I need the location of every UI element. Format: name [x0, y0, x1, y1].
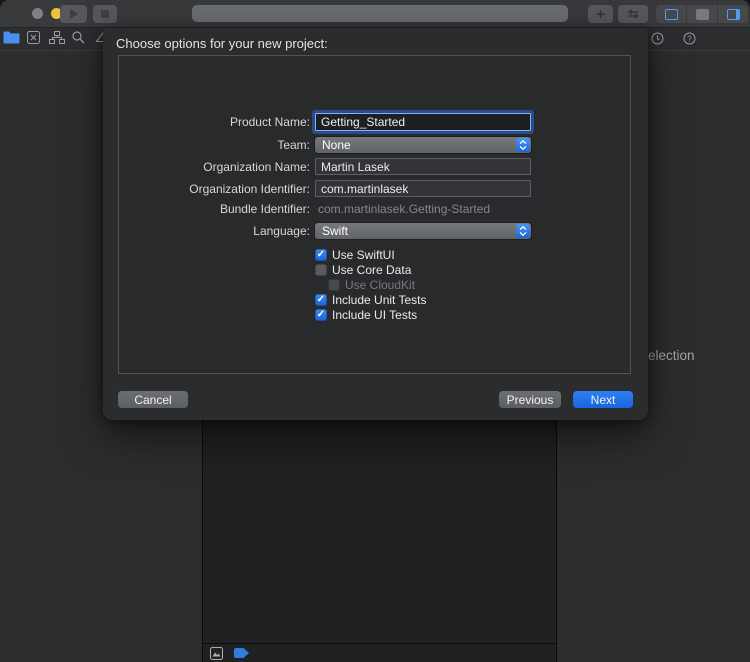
use-cloudkit-checkbox: Use CloudKit — [328, 278, 415, 292]
checkbox-icon — [328, 279, 340, 291]
use-core-data-label: Use Core Data — [332, 263, 411, 277]
chevron-up-down-icon — [516, 224, 530, 238]
segment-editor-assistant[interactable] — [686, 5, 717, 23]
run-button[interactable] — [60, 5, 87, 23]
use-core-data-checkbox[interactable]: Use Core Data — [315, 263, 411, 277]
team-dropdown-value: None — [322, 138, 351, 152]
use-swiftui-checkbox[interactable]: Use SwiftUI — [315, 248, 395, 262]
next-button[interactable]: Next — [573, 391, 633, 408]
image-icon[interactable] — [210, 647, 223, 660]
xcode-window: + ⇆ — [0, 0, 750, 662]
checkbox-icon — [315, 309, 327, 321]
stop-icon — [101, 10, 109, 18]
play-icon — [70, 9, 78, 19]
editor-bottom-bar — [203, 643, 556, 662]
folder-icon — [3, 31, 20, 44]
clock-icon — [651, 32, 664, 45]
language-label: Language: — [103, 224, 310, 238]
use-swiftui-label: Use SwiftUI — [332, 248, 395, 262]
previous-button[interactable]: Previous — [499, 391, 561, 408]
checkbox-icon — [315, 249, 327, 261]
window-close-button[interactable] — [32, 8, 43, 19]
swap-arrows-icon: ⇆ — [628, 6, 638, 22]
product-name-row: Product Name: — [103, 112, 531, 132]
titlebar: + ⇆ — [0, 0, 750, 28]
team-dropdown[interactable]: None — [315, 137, 531, 153]
language-row: Language: Swift — [103, 223, 531, 239]
include-unit-tests-label: Include Unit Tests — [332, 293, 427, 307]
organization-name-input[interactable] — [315, 158, 531, 175]
segment-editor-only[interactable] — [656, 5, 686, 23]
tag-icon[interactable] — [234, 648, 249, 658]
sidebar-item-project-navigator[interactable] — [3, 31, 20, 44]
help-button[interactable]: ? — [683, 32, 696, 50]
include-unit-tests-checkbox[interactable]: Include Unit Tests — [315, 293, 427, 307]
sidebar-item-find-navigator[interactable] — [72, 31, 85, 44]
chevron-up-down-icon — [516, 138, 530, 152]
language-dropdown-value: Swift — [322, 224, 348, 238]
source-control-icon — [27, 31, 40, 44]
new-project-options-dialog: Choose options for your new project: Pro… — [103, 28, 648, 420]
include-ui-tests-label: Include UI Tests — [332, 308, 417, 322]
cancel-button[interactable]: Cancel — [118, 391, 188, 408]
search-icon — [72, 31, 85, 44]
bundle-identifier-label: Bundle Identifier: — [103, 202, 310, 216]
team-row: Team: None — [103, 137, 531, 153]
organization-name-row: Organization Name: — [103, 158, 531, 175]
dialog-title: Choose options for your new project: — [116, 36, 328, 51]
organization-identifier-input[interactable] — [315, 180, 531, 197]
symbol-navigator-icon — [49, 31, 65, 44]
activity-status-bar — [192, 5, 568, 22]
product-name-input[interactable] — [315, 113, 531, 131]
editor-layout-segmented-control — [656, 5, 748, 23]
editor-inspector-icon — [727, 9, 740, 20]
sidebar-item-symbol-navigator[interactable] — [49, 31, 65, 44]
checkbox-icon — [315, 264, 327, 276]
product-name-label: Product Name: — [103, 115, 310, 129]
plus-icon: + — [596, 6, 605, 23]
help-icon: ? — [683, 32, 696, 45]
include-ui-tests-checkbox[interactable]: Include UI Tests — [315, 308, 417, 322]
organization-identifier-row: Organization Identifier: — [103, 180, 531, 197]
organization-identifier-label: Organization Identifier: — [103, 182, 310, 196]
bundle-identifier-row: Bundle Identifier: com.martinlasek.Getti… — [103, 201, 490, 217]
sidebar-item-source-control-navigator[interactable] — [27, 31, 40, 44]
editor-only-icon — [665, 9, 678, 20]
no-selection-partial-text: election — [648, 348, 695, 363]
stop-button[interactable] — [93, 5, 117, 23]
history-button[interactable] — [651, 32, 664, 50]
swap-arrows-button[interactable]: ⇆ — [618, 5, 648, 23]
checkbox-icon — [315, 294, 327, 306]
use-cloudkit-label: Use CloudKit — [345, 278, 415, 292]
add-editor-button[interactable]: + — [588, 5, 613, 23]
bundle-identifier-value: com.martinlasek.Getting-Started — [318, 202, 490, 216]
language-dropdown[interactable]: Swift — [315, 223, 531, 239]
editor-assistant-icon — [696, 9, 709, 20]
svg-text:?: ? — [687, 34, 692, 43]
organization-name-label: Organization Name: — [103, 160, 310, 174]
team-label: Team: — [103, 138, 310, 152]
segment-editor-inspector[interactable] — [717, 5, 748, 23]
